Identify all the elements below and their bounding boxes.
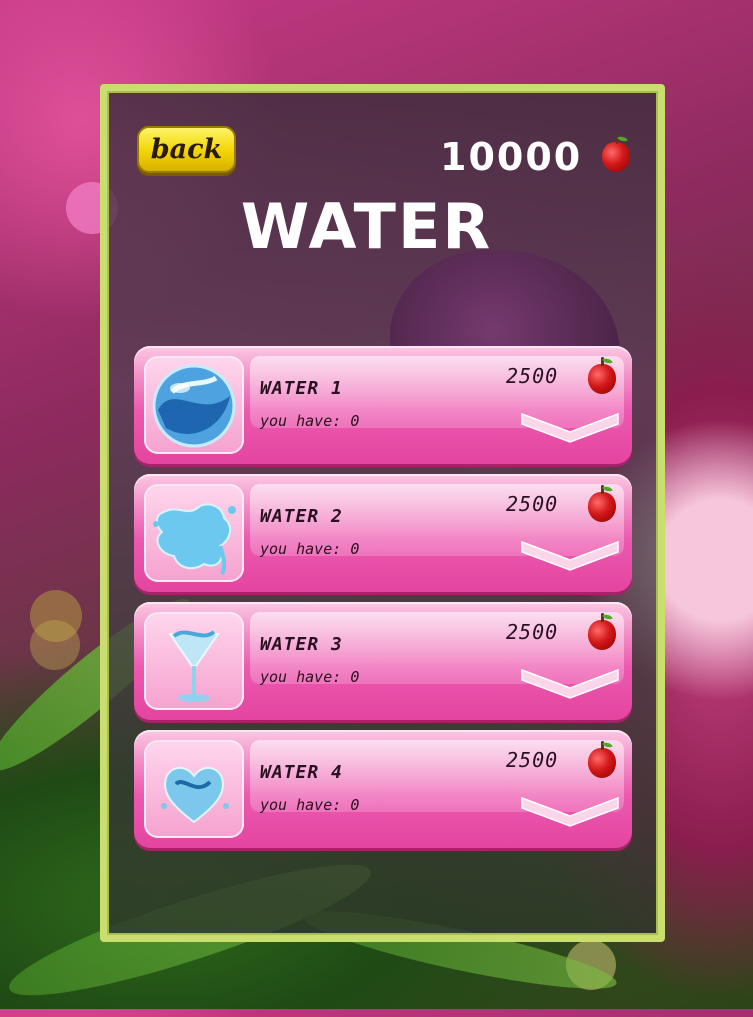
item-price: 2500 — [506, 364, 559, 388]
back-button[interactable]: back — [137, 126, 236, 173]
item-price: 2500 — [506, 620, 559, 644]
owned-label: you have: — [260, 540, 342, 558]
item-name: WATER 1 — [260, 378, 343, 399]
shop-item: WATER 1 you have: 0 2500 — [134, 346, 632, 464]
item-price: 2500 — [506, 492, 559, 516]
item-name: WATER 3 — [260, 634, 343, 655]
water-globe-icon — [152, 364, 236, 448]
item-owned: you have: 0 — [260, 668, 359, 686]
water-glass-icon — [168, 630, 220, 702]
shop-item: WATER 4 you have: 0 2500 — [134, 730, 632, 848]
shop-item: WATER 2 you have: 0 2500 — [134, 474, 632, 592]
apple-icon — [588, 484, 616, 522]
item-owned: you have: 0 — [260, 540, 359, 558]
buy-chevron-button[interactable] — [520, 666, 620, 700]
owned-label: you have: — [260, 668, 342, 686]
item-owned: you have: 0 — [260, 796, 359, 814]
apple-icon — [602, 134, 631, 172]
owned-label: you have: — [260, 796, 342, 814]
shop-item: WATER 3 you have: 0 2500 — [134, 602, 632, 720]
owned-label: you have: — [260, 412, 342, 430]
item-owned: you have: 0 — [260, 412, 359, 430]
item-thumbnail — [144, 484, 244, 582]
apple-icon — [588, 356, 616, 394]
item-name: WATER 2 — [260, 506, 343, 527]
coin-balance: 10000 — [440, 135, 583, 179]
page-title: WATER — [240, 190, 493, 263]
owned-count: 0 — [350, 796, 360, 814]
item-price: 2500 — [506, 748, 559, 772]
item-name: WATER 4 — [260, 762, 343, 783]
background-bokeh — [30, 620, 80, 670]
owned-count: 0 — [350, 668, 360, 686]
apple-icon — [588, 740, 616, 778]
item-thumbnail — [144, 740, 244, 838]
buy-chevron-button[interactable] — [520, 410, 620, 444]
item-thumbnail — [144, 612, 244, 710]
buy-chevron-button[interactable] — [520, 538, 620, 572]
apple-icon — [588, 612, 616, 650]
coin-counter: 10000 — [440, 132, 631, 182]
water-heart-icon — [161, 767, 229, 824]
owned-count: 0 — [350, 540, 360, 558]
water-splash-icon — [153, 503, 236, 575]
buy-chevron-button[interactable] — [520, 794, 620, 828]
owned-count: 0 — [350, 412, 360, 430]
item-thumbnail — [144, 356, 244, 454]
